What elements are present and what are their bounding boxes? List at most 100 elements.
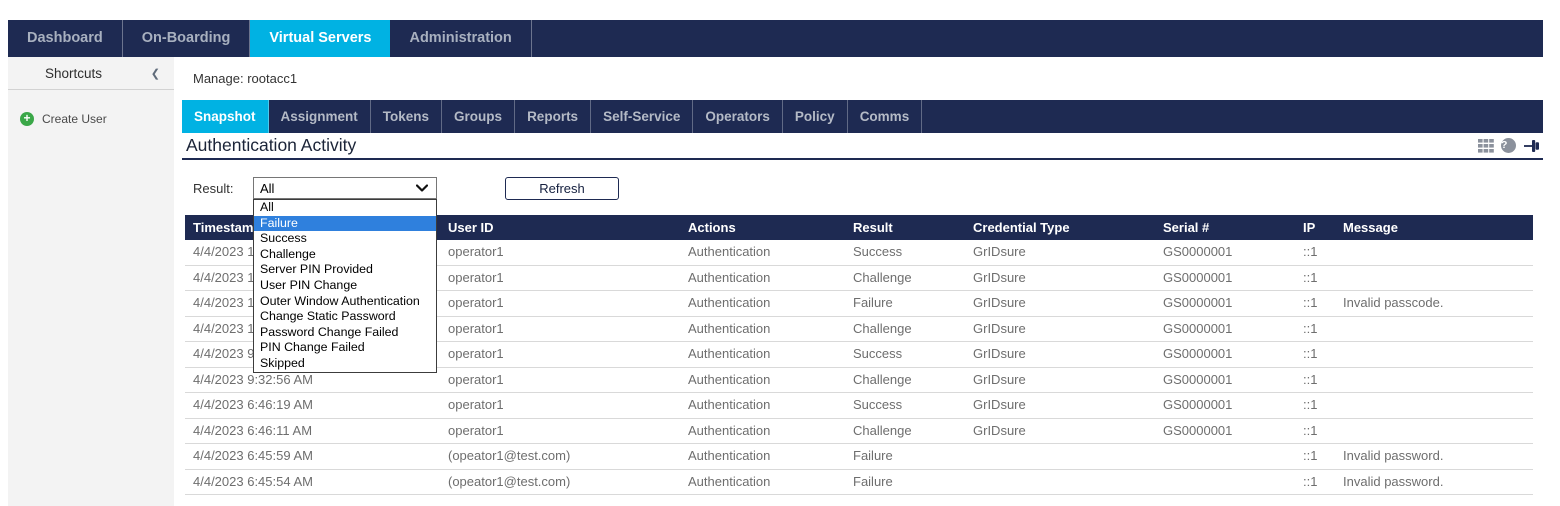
table-cell: operator1	[440, 368, 680, 393]
table-cell	[1335, 342, 1533, 367]
table-cell: ::1	[1295, 470, 1335, 495]
table-cell: ::1	[1295, 444, 1335, 469]
table-cell: ::1	[1295, 240, 1335, 265]
table-cell: 4/4/2023 6:45:54 AM	[185, 470, 440, 495]
table-cell: Challenge	[845, 266, 965, 291]
table-cell: operator1	[440, 342, 680, 367]
dropdown-option-failure[interactable]: Failure	[254, 216, 436, 232]
column-header-user-id: User ID	[440, 215, 680, 240]
tab-policy[interactable]: Policy	[783, 100, 848, 133]
dropdown-option-success[interactable]: Success	[254, 231, 436, 247]
table-cell: Success	[845, 240, 965, 265]
column-header-ip: IP	[1295, 215, 1335, 240]
table-cell: ::1	[1295, 342, 1335, 367]
tab-self-service[interactable]: Self-Service	[591, 100, 693, 133]
manage-label: Manage: rootacc1	[193, 71, 297, 86]
table-cell: (opeator1@test.com)	[440, 444, 680, 469]
table-cell: Authentication	[680, 470, 845, 495]
table-cell: Failure	[845, 470, 965, 495]
table-cell: ::1	[1295, 291, 1335, 316]
table-cell	[1335, 368, 1533, 393]
dropdown-option-password-change-failed[interactable]: Password Change Failed	[254, 325, 436, 341]
tab-operators[interactable]: Operators	[693, 100, 783, 133]
column-header-serial-#: Serial #	[1155, 215, 1295, 240]
table-cell: GS0000001	[1155, 266, 1295, 291]
dropdown-option-change-static-password[interactable]: Change Static Password	[254, 309, 436, 325]
dropdown-option-challenge[interactable]: Challenge	[254, 247, 436, 263]
table-grid-icon[interactable]	[1478, 139, 1494, 153]
tab-snapshot[interactable]: Snapshot	[182, 100, 269, 133]
table-cell: Authentication	[680, 419, 845, 444]
table-cell	[1335, 240, 1533, 265]
table-cell: Success	[845, 393, 965, 418]
column-header-message: Message	[1335, 215, 1533, 240]
table-cell: GS0000001	[1155, 419, 1295, 444]
table-cell: Authentication	[680, 393, 845, 418]
dropdown-option-outer-window-authentication[interactable]: Outer Window Authentication	[254, 294, 436, 310]
dropdown-option-skipped[interactable]: Skipped	[254, 356, 436, 372]
column-header-credential-type: Credential Type	[965, 215, 1155, 240]
table-cell: GrIDsure	[965, 240, 1155, 265]
filter-controls: Result: All Refresh	[182, 177, 1543, 200]
sidebar-item-create-user[interactable]: + Create User	[8, 112, 174, 126]
top-nav-item-virtual-servers[interactable]: Virtual Servers	[250, 20, 390, 57]
table-cell: Authentication	[680, 368, 845, 393]
table-row: 4/4/2023 6:46:19 AMoperator1Authenticati…	[185, 393, 1533, 419]
table-cell: ::1	[1295, 317, 1335, 342]
refresh-button[interactable]: Refresh	[505, 177, 619, 200]
table-cell: ::1	[1295, 368, 1335, 393]
table-cell	[965, 444, 1155, 469]
table-cell: 4/4/2023 6:46:19 AM	[185, 393, 440, 418]
column-header-actions: Actions	[680, 215, 845, 240]
dropdown-option-server-pin-provided[interactable]: Server PIN Provided	[254, 262, 436, 278]
table-cell: Invalid passcode.	[1335, 291, 1533, 316]
table-cell: GrIDsure	[965, 342, 1155, 367]
section-header: Authentication Activity ?	[182, 133, 1543, 160]
table-cell: operator1	[440, 240, 680, 265]
tab-reports[interactable]: Reports	[515, 100, 591, 133]
tab-comms[interactable]: Comms	[848, 100, 923, 133]
top-nav: DashboardOn-BoardingVirtual ServersAdmin…	[8, 20, 1543, 57]
table-cell: Authentication	[680, 317, 845, 342]
table-cell: Failure	[845, 291, 965, 316]
dropdown-option-pin-change-failed[interactable]: PIN Change Failed	[254, 340, 436, 356]
dropdown-option-user-pin-change[interactable]: User PIN Change	[254, 278, 436, 294]
table-cell: Challenge	[845, 368, 965, 393]
top-nav-item-dashboard[interactable]: Dashboard	[8, 20, 123, 57]
table-cell: GS0000001	[1155, 368, 1295, 393]
tab-groups[interactable]: Groups	[442, 100, 515, 133]
table-cell: Success	[845, 342, 965, 367]
result-filter-label: Result:	[193, 181, 233, 196]
table-cell: ::1	[1295, 393, 1335, 418]
top-nav-item-administration[interactable]: Administration	[390, 20, 531, 57]
table-cell	[1335, 393, 1533, 418]
plus-circle-icon: +	[20, 112, 34, 126]
column-header-result: Result	[845, 215, 965, 240]
result-select[interactable]: All	[253, 177, 437, 199]
table-cell: GrIDsure	[965, 419, 1155, 444]
top-nav-item-on-boarding[interactable]: On-Boarding	[123, 20, 251, 57]
table-cell: ::1	[1295, 266, 1335, 291]
collapse-sidebar-icon[interactable]: ❮	[151, 67, 160, 80]
pushpin-icon[interactable]	[1523, 138, 1540, 154]
tab-tokens[interactable]: Tokens	[371, 100, 442, 133]
table-cell: 4/4/2023 6:46:11 AM	[185, 419, 440, 444]
table-cell: GrIDsure	[965, 317, 1155, 342]
table-cell	[965, 470, 1155, 495]
dropdown-option-all[interactable]: All	[254, 200, 436, 216]
chevron-down-icon	[416, 184, 428, 192]
table-cell: GS0000001	[1155, 291, 1295, 316]
table-cell: 4/4/2023 6:45:59 AM	[185, 444, 440, 469]
table-cell: GrIDsure	[965, 291, 1155, 316]
table-cell: operator1	[440, 317, 680, 342]
header-icons: ?	[1478, 138, 1540, 154]
table-cell: ::1	[1295, 419, 1335, 444]
shortcuts-header[interactable]: Shortcuts ❮	[8, 57, 174, 90]
table-cell	[1335, 419, 1533, 444]
help-icon[interactable]: ?	[1501, 138, 1516, 153]
table-cell: Invalid password.	[1335, 470, 1533, 495]
table-cell: GS0000001	[1155, 240, 1295, 265]
tab-assignment[interactable]: Assignment	[269, 100, 371, 133]
sidebar: Shortcuts ❮ + Create User	[8, 57, 174, 506]
table-cell: Challenge	[845, 419, 965, 444]
